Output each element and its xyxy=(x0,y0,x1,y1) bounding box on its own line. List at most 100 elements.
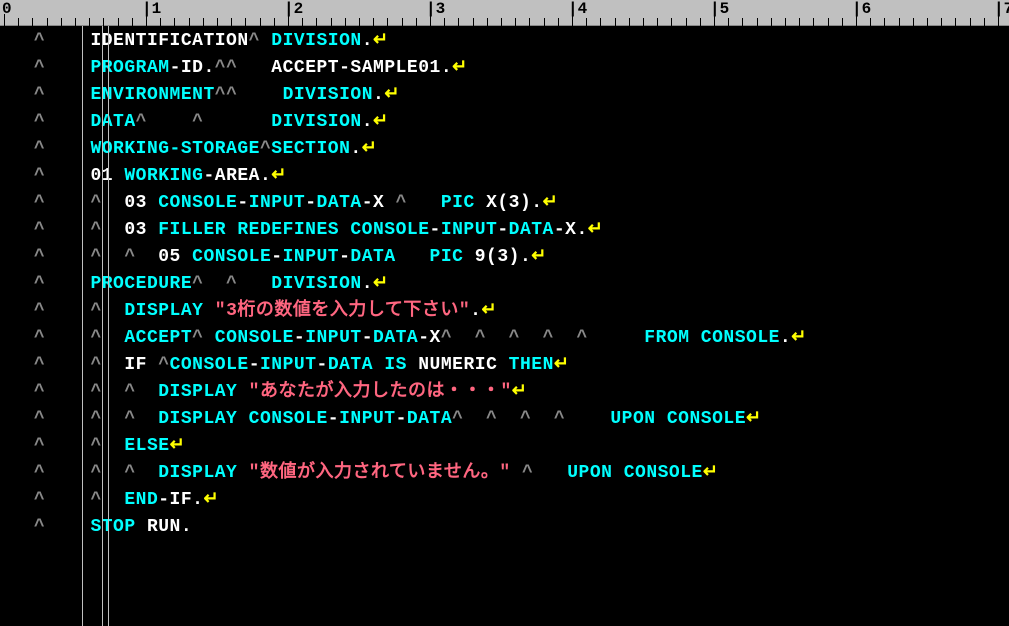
code-line[interactable]: ^ 01 WORKING-AREA.↵ xyxy=(0,163,1009,190)
code-token: RUN. xyxy=(136,517,193,537)
code-line[interactable]: ^ PROCEDURE^ ^ DIVISION.↵ xyxy=(0,271,1009,298)
line-margin: ^ xyxy=(0,220,79,240)
code-line[interactable]: ^ ^ ACCEPT^ CONSOLE-INPUT-DATA-X^ ^ ^ ^ … xyxy=(0,325,1009,352)
newline-marker: ↵ xyxy=(481,301,497,321)
code-token: ^ xyxy=(158,355,169,375)
code-token: DIVISION xyxy=(283,85,373,105)
code-token: - xyxy=(339,247,350,267)
code-line[interactable]: ^ PROGRAM-ID.^^ ACCEPT-SAMPLE01.↵ xyxy=(0,55,1009,82)
code-line[interactable]: ^ ^ IF ^CONSOLE-INPUT-DATA IS NUMERIC TH… xyxy=(0,352,1009,379)
code-token: CONSOLE xyxy=(215,328,294,348)
code-line[interactable]: ^ ^ DISPLAY "3桁の数値を入力して下さい".↵ xyxy=(0,298,1009,325)
code-line[interactable]: ^ ^ ELSE↵ xyxy=(0,433,1009,460)
ruler-number: |1 xyxy=(142,0,161,18)
code-token: "あなたが入力したのは・・・" xyxy=(249,382,512,402)
margin-line-3 xyxy=(108,26,109,626)
code-line[interactable]: ^ ^ ^ DISPLAY "あなたが入力したのは・・・"↵ xyxy=(0,379,1009,406)
newline-marker: ↵ xyxy=(554,355,570,375)
margin-line-2 xyxy=(102,26,103,626)
code-line[interactable]: ^ DATA^ ^ DIVISION.↵ xyxy=(0,109,1009,136)
ruler-number: |7 xyxy=(994,0,1009,18)
code-line[interactable]: ^ ^ 03 CONSOLE-INPUT-DATA-X ^ PIC X(3).↵ xyxy=(0,190,1009,217)
line-margin: ^ xyxy=(0,490,79,510)
code-line[interactable]: ^ ^ ^ DISPLAY "数値が入力されていません。" ^ UPON CON… xyxy=(0,460,1009,487)
code-token: DIVISION xyxy=(271,31,361,51)
newline-marker: ↵ xyxy=(373,112,389,132)
line-margin: ^ xyxy=(0,58,79,78)
code-token: UPON CONSOLE xyxy=(567,463,703,483)
code-token: - xyxy=(271,247,282,267)
code-editor[interactable]: ^ IDENTIFICATION^ DIVISION.↵ ^ PROGRAM-I… xyxy=(0,26,1009,541)
code-token: END xyxy=(124,490,158,510)
code-token: CONSOLE xyxy=(192,247,271,267)
code-token: "数値が入力されていません。" xyxy=(249,463,511,483)
code-token: ACCEPT-SAMPLE01. xyxy=(271,58,452,78)
code-token: -X xyxy=(362,193,396,213)
code-token: INPUT xyxy=(260,355,317,375)
code-token: INPUT xyxy=(339,409,396,429)
newline-marker: ↵ xyxy=(362,139,378,159)
line-margin: ^ xyxy=(0,409,79,429)
line-margin: ^ xyxy=(0,301,79,321)
code-token: CONSOLE xyxy=(158,193,237,213)
code-token: ^ xyxy=(192,328,215,348)
code-token: INPUT xyxy=(305,328,362,348)
line-margin: ^ xyxy=(0,193,79,213)
code-token: ^^ xyxy=(215,58,272,78)
code-token: ^ xyxy=(511,463,568,483)
code-token: . xyxy=(780,328,791,348)
code-token: 03 xyxy=(124,193,158,213)
code-line[interactable]: ^ STOP RUN. xyxy=(0,514,1009,541)
ruler-number: |3 xyxy=(426,0,445,18)
code-token: ACCEPT xyxy=(124,328,192,348)
code-line[interactable]: ^ ^ ^ DISPLAY CONSOLE-INPUT-DATA^ ^ ^ ^ … xyxy=(0,406,1009,433)
code-token: . xyxy=(350,139,361,159)
code-line[interactable]: ^ ^ END-IF.↵ xyxy=(0,487,1009,514)
ruler-number: 0 xyxy=(2,0,12,18)
code-token: -ID. xyxy=(170,58,215,78)
code-token: DISPLAY xyxy=(158,382,248,402)
newline-marker: ↵ xyxy=(512,382,528,402)
code-token: 03 xyxy=(124,220,158,240)
code-token: ^ ^ xyxy=(90,463,158,483)
code-token: THEN xyxy=(509,355,554,375)
code-token: DIVISION xyxy=(271,274,361,294)
newline-marker: ↵ xyxy=(703,463,719,483)
line-margin: ^ xyxy=(0,274,79,294)
newline-marker: ↵ xyxy=(531,247,547,267)
code-token: ^^ xyxy=(215,85,283,105)
code-line[interactable]: ^ IDENTIFICATION^ DIVISION.↵ xyxy=(0,28,1009,55)
code-token: . xyxy=(362,112,373,132)
code-token: "3桁の数値を入力して下さい" xyxy=(215,301,470,321)
code-token: ^ ^ ^ ^ xyxy=(452,409,610,429)
code-token: DISPLAY CONSOLE xyxy=(158,409,328,429)
code-token: - xyxy=(362,328,373,348)
line-margin: ^ xyxy=(0,355,79,375)
line-margin: ^ xyxy=(0,31,79,51)
code-token: ^ xyxy=(260,139,271,159)
line-margin: ^ xyxy=(0,247,79,267)
newline-marker: ↵ xyxy=(373,274,389,294)
code-token: ^ ^ ^ ^ ^ xyxy=(441,328,644,348)
code-token: DATA xyxy=(509,220,554,240)
line-margin: ^ xyxy=(0,436,79,456)
ruler-number: |5 xyxy=(710,0,729,18)
code-token: -X. xyxy=(554,220,588,240)
code-line[interactable]: ^ WORKING-STORAGE^SECTION.↵ xyxy=(0,136,1009,163)
code-token: PROCEDURE xyxy=(90,274,192,294)
code-line[interactable]: ^ ENVIRONMENT^^ DIVISION.↵ xyxy=(0,82,1009,109)
code-token: FILLER REDEFINES CONSOLE xyxy=(158,220,429,240)
newline-marker: ↵ xyxy=(373,31,389,51)
code-token: ^ xyxy=(396,193,441,213)
code-token: 9(3). xyxy=(463,247,531,267)
ruler-number: |2 xyxy=(284,0,303,18)
code-token: DATA PIC xyxy=(350,247,463,267)
code-line[interactable]: ^ ^ ^ 05 CONSOLE-INPUT-DATA PIC 9(3).↵ xyxy=(0,244,1009,271)
code-token: ^ ^ xyxy=(192,274,271,294)
code-token: ^ ^ xyxy=(90,409,158,429)
code-token: -IF. xyxy=(158,490,203,510)
newline-marker: ↵ xyxy=(271,166,287,186)
code-line[interactable]: ^ ^ 03 FILLER REDEFINES CONSOLE-INPUT-DA… xyxy=(0,217,1009,244)
line-margin: ^ xyxy=(0,166,79,186)
line-margin: ^ xyxy=(0,85,79,105)
